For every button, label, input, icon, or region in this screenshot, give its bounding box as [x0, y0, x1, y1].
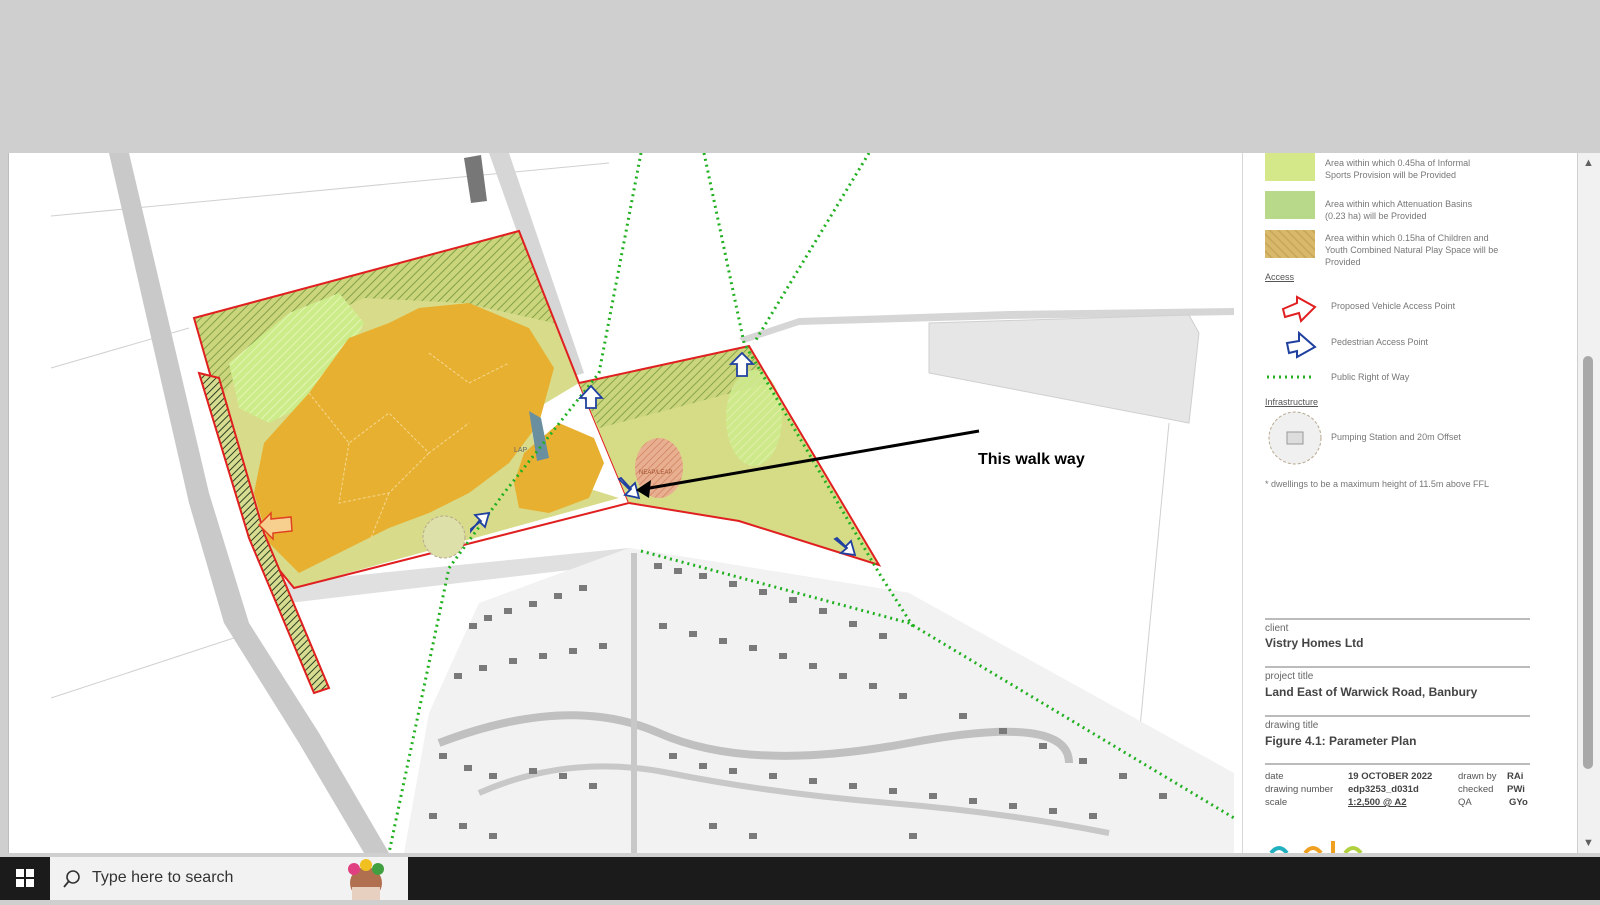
scrollbar-thumb[interactable]: [1583, 356, 1593, 769]
number-value: edp3253_d031d: [1348, 784, 1419, 795]
existing-housing-estate: [404, 548, 1234, 853]
parameter-plan-map: LAP NEAP/LEAP: [50, 153, 1235, 853]
red-arrow-icon: [1281, 295, 1317, 323]
scale-label: scale: [1265, 797, 1288, 808]
legend-text-attenuation: Area within which Attenuation Basins (0.…: [1325, 199, 1473, 221]
legend-note: * dwellings to be a maximum height of 11…: [1265, 479, 1489, 489]
company-logo-fragment: [1269, 841, 1363, 853]
legend-text-pedestrian-access: Pedestrian Access Point: [1331, 337, 1429, 347]
date-value: 19 OCTOBER 2022: [1348, 771, 1433, 782]
title-block-rule: [1265, 715, 1530, 717]
drawing-value: Figure 4.1: Parameter Plan: [1265, 734, 1417, 748]
search-placeholder: Type here to search: [92, 869, 234, 886]
scale-value: 1:2,500 @ A2: [1348, 797, 1407, 808]
qa-value: GYo: [1509, 797, 1528, 808]
drawn-value: RAi: [1507, 771, 1524, 782]
legend-text-play: Area within which 0.15ha of Children and…: [1325, 233, 1499, 267]
drawn-label: drawn by: [1458, 771, 1497, 782]
checked-label: checked: [1458, 784, 1494, 795]
lap-label: LAP: [514, 447, 528, 454]
legend-text-vehicle-access: Proposed Vehicle Access Point: [1331, 301, 1456, 311]
title-block-rule: [1265, 666, 1530, 668]
building-north: [464, 155, 487, 203]
neap-label: NEAP/LEAP: [639, 470, 672, 476]
project-label: project title: [1265, 671, 1314, 682]
client-label: client: [1265, 623, 1289, 634]
number-label: drawing number: [1265, 784, 1334, 795]
taskbar: Type here to search: [0, 857, 1600, 900]
checked-value: PWi: [1507, 784, 1525, 795]
project-value: Land East of Warwick Road, Banbury: [1265, 685, 1478, 699]
legend-swatch-play: [1265, 230, 1315, 258]
search-highlight-image: [348, 859, 384, 900]
search-icon: [63, 870, 80, 888]
title-block-rule: [1265, 763, 1530, 765]
scroll-up-icon[interactable]: ▲: [1583, 157, 1594, 169]
start-button[interactable]: [0, 857, 50, 900]
viewer-toolbar-area: [0, 0, 1600, 153]
scroll-down-icon[interactable]: ▼: [1583, 837, 1594, 849]
pumping-station-symbol: [422, 515, 466, 559]
legend-panel: Area within which 0.45ha of Informal Spo…: [1242, 153, 1577, 853]
document-viewer: LAP NEAP/LEAP This walk way Area within …: [8, 153, 1577, 853]
taskbar-search-box[interactable]: Type here to search: [50, 857, 408, 900]
legend-text-sports: Area within which 0.45ha of Informal Spo…: [1325, 158, 1471, 180]
legend-text-right-of-way: Public Right of Way: [1331, 372, 1410, 382]
green-dotted-line-icon: [1267, 375, 1313, 379]
legend-swatch-attenuation: [1265, 191, 1315, 219]
blue-arrow-icon: [1285, 331, 1317, 359]
vertical-scrollbar[interactable]: ▲ ▼: [1578, 153, 1600, 853]
legend-text-pumping-station: Pumping Station and 20m Offset: [1331, 432, 1461, 442]
date-label: date: [1265, 771, 1284, 782]
legend-heading-infrastructure: Infrastructure: [1265, 397, 1319, 407]
legend-swatch-sports: [1265, 153, 1315, 181]
title-block-rule: [1265, 618, 1530, 620]
annotation-text: This walk way: [978, 451, 1085, 468]
windows-logo-icon: [16, 869, 34, 887]
east-plot: [928, 314, 1200, 424]
pumping-station-icon: [1268, 411, 1322, 465]
legend-heading-access: Access: [1265, 272, 1295, 282]
client-value: Vistry Homes Ltd: [1265, 636, 1364, 650]
qa-label: QA: [1458, 797, 1472, 808]
drawing-label: drawing title: [1265, 720, 1319, 731]
